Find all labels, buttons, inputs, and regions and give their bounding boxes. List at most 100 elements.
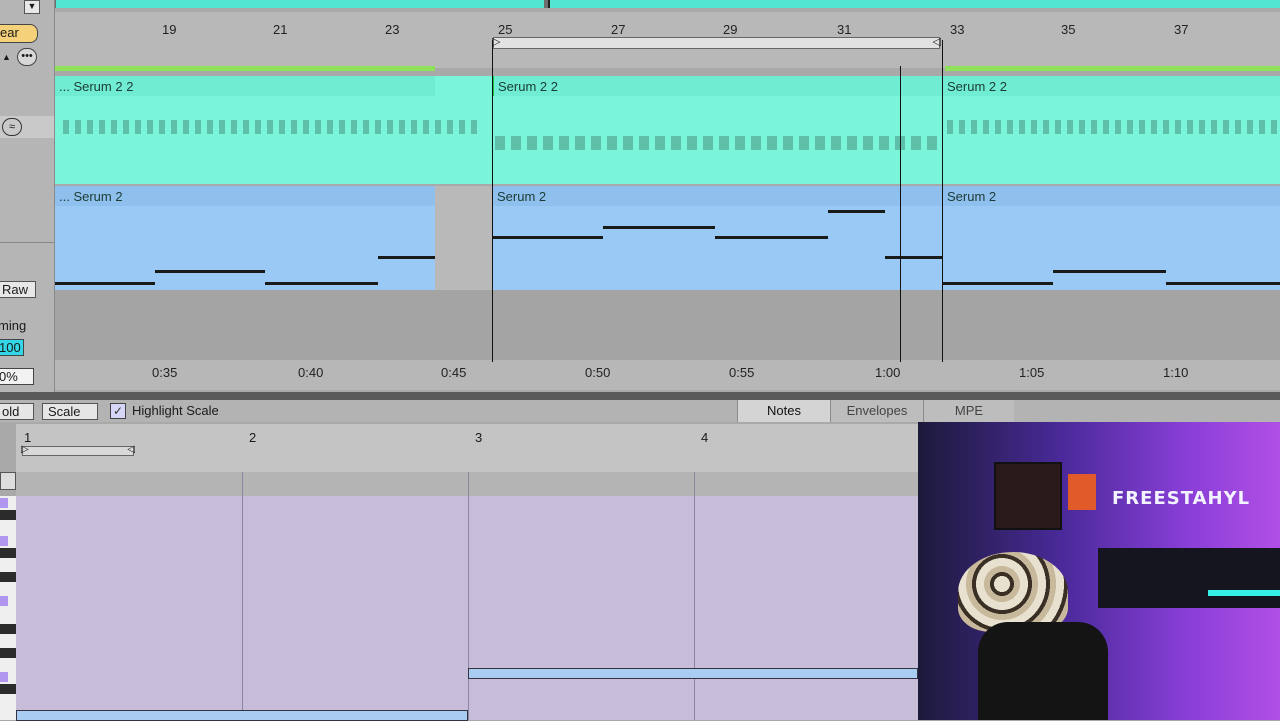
midi-note[interactable] bbox=[603, 226, 715, 229]
note-grid[interactable] bbox=[16, 472, 918, 721]
piano-key[interactable] bbox=[0, 548, 16, 558]
piano-keyboard[interactable] bbox=[0, 496, 16, 720]
fold-button[interactable]: old bbox=[0, 403, 34, 420]
percent-field[interactable]: 0% bbox=[0, 368, 34, 385]
clip-header[interactable]: ... Serum 2 bbox=[55, 186, 435, 206]
bar-number: 31 bbox=[837, 22, 852, 37]
overview-clip bbox=[56, 0, 544, 8]
highlight-scale-label: Highlight Scale bbox=[132, 403, 219, 418]
piano-key[interactable] bbox=[0, 684, 16, 694]
midi-notes bbox=[947, 120, 1277, 134]
piano-key[interactable] bbox=[0, 648, 16, 658]
bar-number: 3 bbox=[475, 430, 483, 445]
piano-key[interactable] bbox=[0, 536, 8, 546]
track-serum-2-2[interactable]: ... Serum 2 2 Serum 2 2 Serum 2 2 bbox=[55, 76, 1280, 184]
clip-header[interactable]: ... Serum 2 2 bbox=[55, 76, 435, 96]
time-label: 0:45 bbox=[441, 365, 467, 380]
piano-key[interactable] bbox=[0, 510, 16, 520]
grid-header-lane bbox=[16, 472, 918, 496]
midi-note[interactable] bbox=[155, 270, 265, 273]
midi-note[interactable] bbox=[943, 282, 1053, 285]
overview-strip[interactable] bbox=[0, 0, 1280, 8]
bar-number: 21 bbox=[273, 22, 288, 37]
more-options-icon[interactable]: ••• bbox=[17, 48, 37, 66]
bar-line bbox=[242, 472, 243, 720]
triangle-up-icon[interactable]: ▲ bbox=[2, 52, 11, 62]
piano-key[interactable] bbox=[0, 572, 16, 582]
bar-number: 29 bbox=[723, 22, 738, 37]
midi-note[interactable] bbox=[378, 256, 435, 259]
piano-key[interactable] bbox=[0, 596, 8, 606]
tab-notes[interactable]: Notes bbox=[737, 400, 830, 422]
overview-clip bbox=[548, 0, 1280, 8]
clip-title: ... Serum 2 bbox=[59, 189, 123, 204]
time-label: 0:50 bbox=[585, 365, 611, 380]
bar-number: 1 bbox=[24, 430, 32, 445]
wall-sign bbox=[1068, 474, 1096, 510]
bar-number: 37 bbox=[1174, 22, 1189, 37]
midi-note[interactable] bbox=[828, 210, 885, 213]
loop-end-marker-icon[interactable]: ◁ bbox=[933, 35, 941, 48]
highlight-scale-checkbox[interactable]: ✓ bbox=[110, 403, 126, 419]
loop-start-marker-icon[interactable]: ▷ bbox=[21, 444, 29, 455]
clip-title: Serum 2 bbox=[947, 189, 997, 204]
piano-roll-note[interactable] bbox=[16, 710, 468, 721]
time-label: 1:10 bbox=[1163, 365, 1189, 380]
clip-header[interactable]: Serum 2 bbox=[493, 186, 942, 206]
empty-gap bbox=[435, 186, 493, 290]
track-serum-2[interactable]: ... Serum 2 Serum 2 Serum 2 bbox=[55, 186, 1280, 290]
bar-line bbox=[468, 472, 469, 720]
clip-selection-bar bbox=[945, 66, 1280, 71]
tab-mpe[interactable]: MPE bbox=[923, 400, 1014, 422]
clip-loop-brace[interactable]: ▷ ◁ bbox=[21, 444, 135, 456]
time-label: 1:00 bbox=[875, 365, 901, 380]
dropdown-arrow-icon[interactable]: ▼ bbox=[24, 0, 40, 14]
fold-toggle[interactable] bbox=[0, 472, 16, 490]
time-label: 0:55 bbox=[729, 365, 755, 380]
clip-title: ... Serum 2 2 bbox=[59, 79, 134, 94]
person bbox=[978, 622, 1108, 720]
midi-notes bbox=[63, 120, 483, 134]
timing-label: ming bbox=[0, 318, 27, 333]
loop-start-marker-icon[interactable]: ▷ bbox=[492, 35, 500, 48]
playhead[interactable] bbox=[900, 66, 901, 362]
midi-note[interactable] bbox=[1166, 282, 1280, 285]
loop-end-line bbox=[942, 40, 943, 362]
bar-number: 23 bbox=[385, 22, 400, 37]
wall-poster bbox=[994, 462, 1062, 530]
midi-note[interactable] bbox=[493, 236, 603, 239]
piano-key[interactable] bbox=[0, 498, 8, 508]
bar-line bbox=[694, 472, 695, 720]
panel-splitter[interactable] bbox=[0, 392, 1280, 400]
webcam-overlay: FREESTAHYL bbox=[918, 422, 1280, 720]
person-cap bbox=[958, 552, 1068, 632]
midi-note[interactable] bbox=[885, 256, 942, 259]
clip-editor-toolbar: old Scale ✓ Highlight Scale Notes Envelo… bbox=[0, 400, 1280, 422]
bar-number: 33 bbox=[950, 22, 965, 37]
clip-header[interactable]: Serum 2 2 bbox=[493, 76, 943, 96]
piano-key[interactable] bbox=[0, 672, 8, 682]
loop-end-marker-icon[interactable]: ◁ bbox=[127, 444, 135, 455]
clip-editor-ruler[interactable]: 1 2 3 4 ▷ ◁ bbox=[16, 424, 918, 472]
midi-note[interactable] bbox=[715, 236, 828, 239]
piano-key[interactable] bbox=[0, 624, 16, 634]
piano-roll-note[interactable] bbox=[468, 668, 918, 679]
clip-header[interactable]: Serum 2 bbox=[943, 186, 1280, 206]
scale-button[interactable]: Scale bbox=[42, 403, 98, 420]
bar-number: 35 bbox=[1061, 22, 1076, 37]
loop-brace[interactable]: ▷ ◁ bbox=[492, 35, 941, 49]
track-controls-panel: ▼ ear ▲ ••• ≈ Raw ming 100 0% bbox=[0, 0, 55, 396]
time-label: 0:40 bbox=[298, 365, 324, 380]
midi-note[interactable] bbox=[1053, 270, 1166, 273]
midi-note[interactable] bbox=[55, 282, 155, 285]
time-ruler[interactable]: 0:35 0:40 0:45 0:50 0:55 1:00 1:05 1:10 bbox=[55, 360, 1280, 390]
wave-icon[interactable]: ≈ bbox=[2, 118, 22, 136]
timing-value-field[interactable]: 100 bbox=[0, 339, 24, 356]
bar-number: 2 bbox=[249, 430, 257, 445]
tab-envelopes[interactable]: Envelopes bbox=[830, 400, 923, 422]
midi-note[interactable] bbox=[265, 282, 378, 285]
clip-header[interactable]: Serum 2 2 bbox=[943, 76, 1280, 96]
empty-track-lanes[interactable] bbox=[55, 290, 1280, 362]
raw-button[interactable]: Raw bbox=[0, 281, 36, 298]
clear-button[interactable]: ear bbox=[0, 24, 38, 43]
